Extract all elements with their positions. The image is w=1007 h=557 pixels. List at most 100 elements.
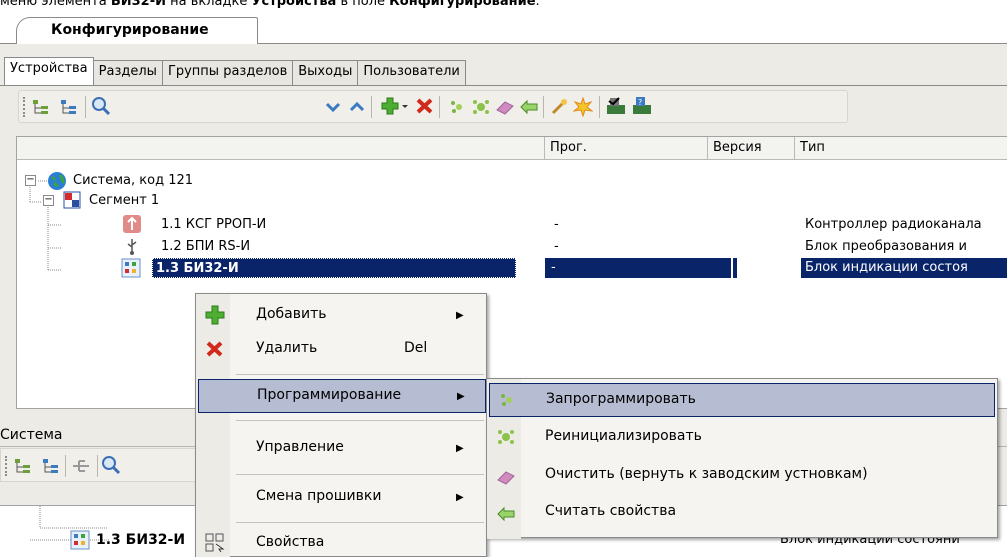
usb-icon — [123, 237, 141, 259]
menu-item-read-props[interactable]: Считать свойства — [487, 497, 997, 531]
tab-outputs[interactable]: Выходы — [292, 60, 359, 85]
tab-devices[interactable]: Устройства — [4, 57, 94, 85]
chevron-up-icon[interactable] — [347, 97, 367, 117]
menu-item-properties[interactable]: Свойства — [196, 528, 486, 557]
submenu-arrow-icon: ▶ — [456, 310, 464, 321]
menu-item-label: Свойства — [256, 534, 325, 550]
toolbar-separator — [85, 96, 86, 118]
selected-row-name[interactable]: 1.3 БИ32-И — [152, 258, 516, 278]
collapse-tree-icon[interactable] — [59, 97, 79, 117]
caption-bold: Конфигурирование — [389, 0, 536, 9]
green-plus-icon — [204, 304, 226, 326]
submenu-arrow-icon: ▶ — [456, 443, 464, 454]
selected-row-version — [733, 258, 737, 278]
cell-prog: - — [551, 260, 556, 275]
menu-item-programming[interactable]: Программирование ▶ — [198, 379, 486, 413]
menu-item-reinit[interactable]: Реинициализировать — [487, 422, 997, 456]
tree-item-device[interactable]: 1.2 БПИ RS-И — [161, 239, 250, 254]
context-menu: Добавить ▶ Удалить Del Программирование … — [195, 293, 487, 557]
toolbar-separator — [65, 455, 66, 477]
read-props-icon — [495, 503, 517, 525]
menu-item-label: Реинициализировать — [545, 428, 702, 444]
segment-icon — [63, 191, 81, 213]
tree-item-system[interactable]: Система, код 121 — [73, 173, 193, 188]
tree-item-device-selected: 1.3 БИ32-И — [156, 261, 239, 276]
program-icon — [496, 389, 518, 411]
menu-separator — [236, 522, 484, 523]
cell-prog: - — [554, 217, 559, 232]
expand-toggle[interactable]: − — [25, 175, 36, 186]
toolbar-separator — [599, 96, 600, 118]
device-write-icon[interactable]: ? — [631, 96, 651, 116]
caption-text: меню элемента — [0, 0, 111, 9]
svg-text:?: ? — [638, 98, 642, 107]
menu-item-label: Удалить — [256, 340, 318, 356]
tab-sections[interactable]: Разделы — [92, 60, 163, 85]
menu-item-program[interactable]: Запрограммировать — [489, 383, 995, 417]
toolbar-grip[interactable] — [5, 456, 8, 476]
menu-item-control[interactable]: Управление ▶ — [196, 431, 486, 465]
caption-bold: БИ32-И — [110, 0, 166, 9]
menu-separator — [236, 474, 484, 475]
lower-panel-title: Система — [0, 427, 63, 443]
device-read-icon[interactable] — [605, 96, 625, 116]
search-icon[interactable] — [91, 96, 111, 116]
caption-bold: Устройства — [251, 0, 337, 9]
caption-text: на вкладке — [165, 0, 252, 9]
column-header-name[interactable] — [17, 137, 545, 159]
delete-icon[interactable] — [415, 96, 435, 116]
add-dropdown-icon[interactable] — [379, 96, 411, 116]
toolbar-grip[interactable] — [23, 97, 26, 117]
toolbar-separator — [97, 455, 98, 477]
read-props-icon[interactable] — [519, 97, 539, 117]
devices-tree-grid: Прог. Версия Тип − Система, код 121 − Се… — [16, 136, 1007, 409]
menu-item-label: Добавить — [256, 306, 327, 322]
menu-item-label: Очистить (вернуть к заводским устновкам) — [545, 466, 868, 482]
tree-item-segment[interactable]: Сегмент 1 — [89, 193, 159, 208]
cell-prog: - — [554, 239, 559, 254]
tab-section-groups[interactable]: Группы разделов — [161, 60, 294, 85]
cell-type: Блок индикации состоя — [805, 260, 968, 275]
lower-toolbar — [0, 448, 210, 482]
devices-toolbar: ? — [18, 90, 848, 123]
link-icon[interactable] — [71, 456, 91, 476]
expand-tree-icon[interactable] — [31, 97, 51, 117]
expand-toggle[interactable]: − — [43, 195, 54, 206]
toolbar-separator — [543, 96, 544, 118]
chevron-down-icon[interactable] — [323, 97, 343, 117]
subtab-line — [0, 85, 1007, 86]
column-header-version[interactable]: Версия — [708, 137, 795, 159]
reinit-icon[interactable] — [471, 97, 491, 117]
star-burst-icon[interactable] — [573, 97, 593, 117]
programming-submenu: Запрограммировать Реинициализировать Очи… — [486, 378, 998, 539]
menu-item-add[interactable]: Добавить ▶ — [196, 298, 486, 332]
column-header-prog[interactable]: Прог. — [545, 137, 708, 159]
submenu-arrow-icon: ▶ — [456, 492, 464, 503]
eraser-icon[interactable] — [495, 97, 515, 117]
program-icon[interactable] — [447, 97, 467, 117]
reinit-icon — [495, 426, 517, 448]
tree-item-device[interactable]: 1.1 КСГ РРОП-И — [161, 217, 266, 232]
menu-separator — [236, 374, 484, 375]
tab-users[interactable]: Пользователи — [357, 60, 466, 85]
search-icon[interactable] — [101, 455, 121, 475]
menu-item-delete[interactable]: Удалить Del — [196, 332, 486, 366]
menu-item-label: Управление — [256, 439, 344, 455]
submenu-arrow-icon: ▶ — [457, 391, 465, 402]
selected-row-type: Блок индикации состоя — [801, 258, 1007, 278]
grid-header: Прог. Версия Тип — [17, 137, 1007, 160]
cell-type: Блок преобразования и — [805, 239, 967, 254]
caption: меню элемента БИ32-И на вкладке Устройст… — [0, 0, 540, 9]
column-header-type[interactable]: Тип — [795, 137, 1007, 159]
indicator-block-icon — [70, 530, 90, 554]
firmware-icon[interactable] — [549, 97, 569, 117]
expand-tree-icon[interactable] — [13, 456, 33, 476]
collapse-tree-icon[interactable] — [41, 456, 61, 476]
menu-item-label: Запрограммировать — [546, 391, 696, 407]
eraser-icon — [495, 466, 517, 488]
menu-item-firmware[interactable]: Смена прошивки ▶ — [196, 480, 486, 514]
tab-configuration[interactable]: Конфигурирование — [16, 17, 258, 44]
caption-text: . — [535, 0, 540, 9]
radio-controller-icon — [123, 215, 141, 233]
menu-item-clear[interactable]: Очистить (вернуть к заводским устновкам) — [487, 461, 997, 495]
